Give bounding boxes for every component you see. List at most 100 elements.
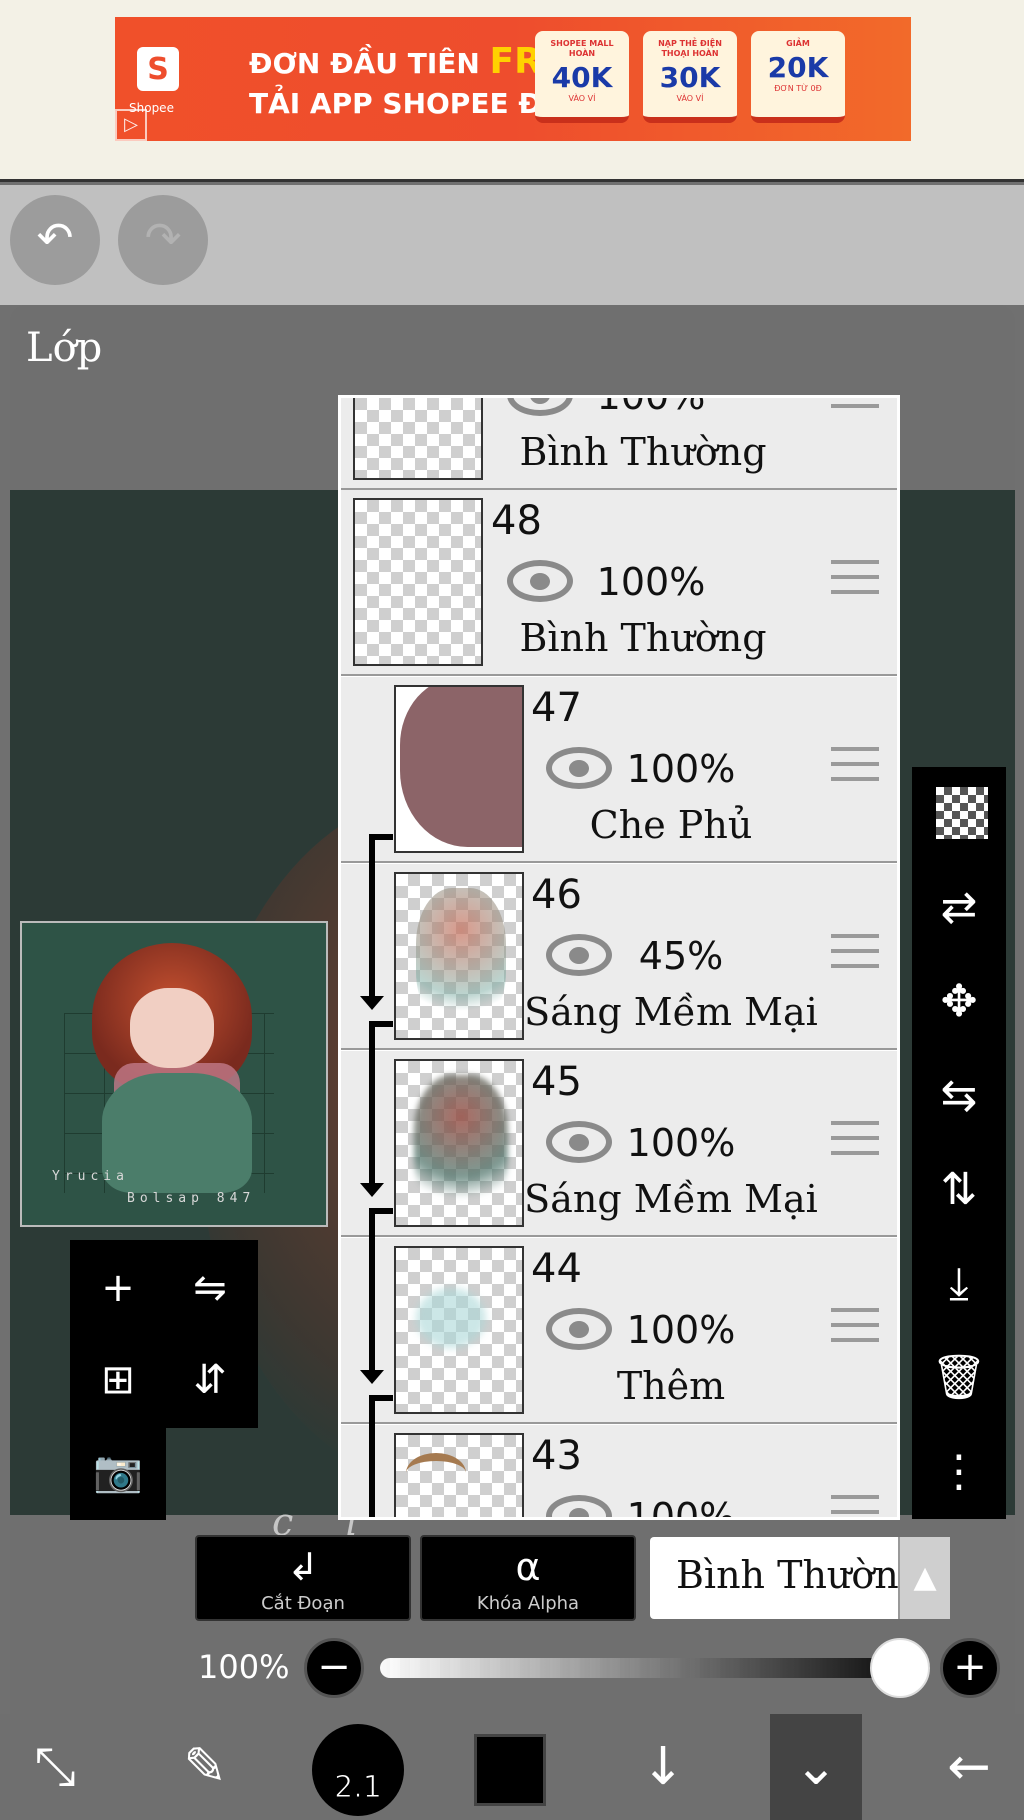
flip-rotate-icon[interactable]: ⇆ [912,1049,1006,1143]
layer-row[interactable]: 46 45% Sáng Mềm Mại [341,864,897,1050]
flip-vertical-icon[interactable]: ⇅ [912,1143,1006,1237]
opacity-value: 100% [198,1648,290,1686]
layer-blend-mode: Bình Thường [519,430,767,474]
layer-opacity: 100% [626,1308,736,1352]
layer-number: 45 [531,1059,582,1105]
layer-opacity: 45% [638,934,724,978]
visibility-eye-icon[interactable] [507,560,573,602]
camera-icon[interactable]: 📷 [70,1424,166,1520]
ad-subheadline: TẢI APP SHOPEE ĐI [249,87,553,120]
coupon-sub: VÀO VÍ [568,94,596,103]
back-arrow-icon[interactable]: ← [914,1714,1024,1820]
opacity-slider-thumb[interactable] [870,1638,930,1698]
checker-icon [936,787,988,839]
add-layer-button[interactable]: + [70,1240,166,1336]
ad-coupon: NẠP THẺ ĐIỆN THOẠI HOÀN 30K VÀO VÍ [643,31,737,123]
drag-handle-icon[interactable] [831,934,879,968]
chevron-down-icon: ⌄ [794,1737,838,1797]
adchoices-icon[interactable]: ▷ [115,109,147,141]
drag-handle-icon[interactable] [831,560,879,594]
transform-tool-icon[interactable]: ⤡ [0,1714,110,1820]
coupon-sub: ĐƠN TỪ 0Đ [774,84,822,93]
drag-handle-icon[interactable] [831,1495,879,1517]
bottom-nav: ⤡ ✎ 2.1 ↓ ⌄ ← [0,1714,1024,1820]
coupon-amount: 30K [659,61,721,94]
coupon-caption: NẠP THẺ ĐIỆN THOẠI HOÀN [658,39,722,58]
drag-handle-icon[interactable] [831,747,879,781]
coupon-amount: 20K [767,51,829,84]
clipping-arrow-icon [360,1208,384,1384]
ad-coupon: SHOPEE MALL HOÀN 40K VÀO VÍ [535,31,629,123]
thumbnail-fill [416,1288,486,1348]
flip-horizontal-button[interactable]: ⇋ [162,1240,258,1336]
flip-vertical-button[interactable]: ⇵ [162,1332,258,1428]
clipping-arrow-icon [360,834,384,1010]
visibility-eye-icon[interactable] [546,934,612,976]
layer-row[interactable]: 48 100% Bình Thường [341,490,897,676]
visibility-eye-icon[interactable] [546,1495,612,1517]
visibility-eye-icon[interactable] [546,747,612,789]
clipping-hook [369,1395,393,1401]
layer-row[interactable]: 47 100% Che Phủ [341,677,897,863]
layer-blend-mode: Sáng Mềm Mại [524,990,818,1034]
layer-list[interactable]: T 100% Bình Thường 48 100% Bình Thường 4… [338,395,900,1520]
layer-thumbnail [394,685,524,853]
text-layer-icon: T [369,398,405,406]
coupon-caption: GIẢM [786,39,810,48]
trash-icon[interactable]: 🗑 [912,1331,1006,1425]
layer-thumbnail [394,1059,524,1227]
opacity-slider[interactable] [380,1658,930,1678]
opacity-decrease-button[interactable]: − [304,1638,364,1698]
clipping-button[interactable]: ↲ Cắt Đoạn [195,1535,411,1621]
arrow-down-icon[interactable]: ↓ [608,1714,718,1820]
layer-row[interactable]: 43 100% [341,1425,897,1520]
layers-tab[interactable]: ⌄ [770,1714,862,1820]
brush-size-label: 2.1 [334,1770,383,1806]
canvas-preview[interactable]: Yrucia Bolsap 847 [20,921,328,1227]
visibility-eye-icon[interactable] [546,1308,612,1350]
clipping-hook [369,1208,393,1214]
layer-thumbnail [394,872,524,1040]
layer-number: 43 [531,1433,582,1479]
merge-layer-icon[interactable]: ⇄ [912,861,1006,955]
preview-watermark: Yrucia [52,1169,129,1184]
visibility-eye-icon[interactable] [546,1121,612,1163]
more-options-icon[interactable]: ⋮ [912,1425,1006,1519]
brush-size-indicator[interactable]: 2.1 [312,1724,404,1816]
move-icon[interactable]: ✥ [912,955,1006,1049]
drag-handle-icon[interactable] [831,398,879,408]
layer-opacity: 100% [596,395,706,418]
undo-button[interactable]: ↶ [10,195,100,285]
alpha-lock-label: Khóa Alpha [476,1593,580,1614]
ad-area: S Shopee ĐƠN ĐẦU TIÊN FREE TẢI APP SHOPE… [0,0,1024,182]
clipping-hook [369,834,393,840]
thumbnail-fill [406,1453,466,1493]
chevron-up-icon[interactable]: ▲ [898,1537,950,1619]
shopee-logo-icon: S [137,47,179,91]
preview-face [130,988,214,1068]
transparency-checker-button[interactable] [912,767,1006,861]
layer-opacity: 100% [626,1495,736,1520]
layer-row[interactable]: T 100% Bình Thường [341,395,897,490]
color-swatch[interactable] [474,1734,546,1806]
blend-mode-select[interactable]: Bình Thường ▲ [650,1537,950,1619]
clipping-arrow-icon: ↲ [287,1545,319,1589]
add-copy-layer-button[interactable]: ⊞ [70,1332,166,1428]
clipping-label: Cắt Đoạn [261,1593,345,1614]
shopee-ad-banner[interactable]: S Shopee ĐƠN ĐẦU TIÊN FREE TẢI APP SHOPE… [115,17,911,141]
redo-button[interactable]: ↷ [118,195,208,285]
merge-down-icon[interactable]: ⤓ [912,1237,1006,1331]
layer-opacity: 100% [626,747,736,791]
drag-handle-icon[interactable] [831,1121,879,1155]
alpha-lock-button[interactable]: α Khóa Alpha [420,1535,636,1621]
visibility-eye-icon[interactable] [507,398,573,416]
layer-row[interactable]: 45 100% Sáng Mềm Mại [341,1051,897,1237]
coupon-sub: VÀO VÍ [676,94,704,103]
layer-row[interactable]: 44 100% Thêm [341,1238,897,1424]
layer-blend-mode: Che Phủ [589,803,753,847]
brush-tool-icon[interactable]: ✎ [150,1714,260,1820]
thumbnail-fill [400,687,522,847]
opacity-increase-button[interactable]: + [940,1638,1000,1698]
drag-handle-icon[interactable] [831,1308,879,1342]
preview-watermark: Bolsap 847 [127,1191,256,1206]
